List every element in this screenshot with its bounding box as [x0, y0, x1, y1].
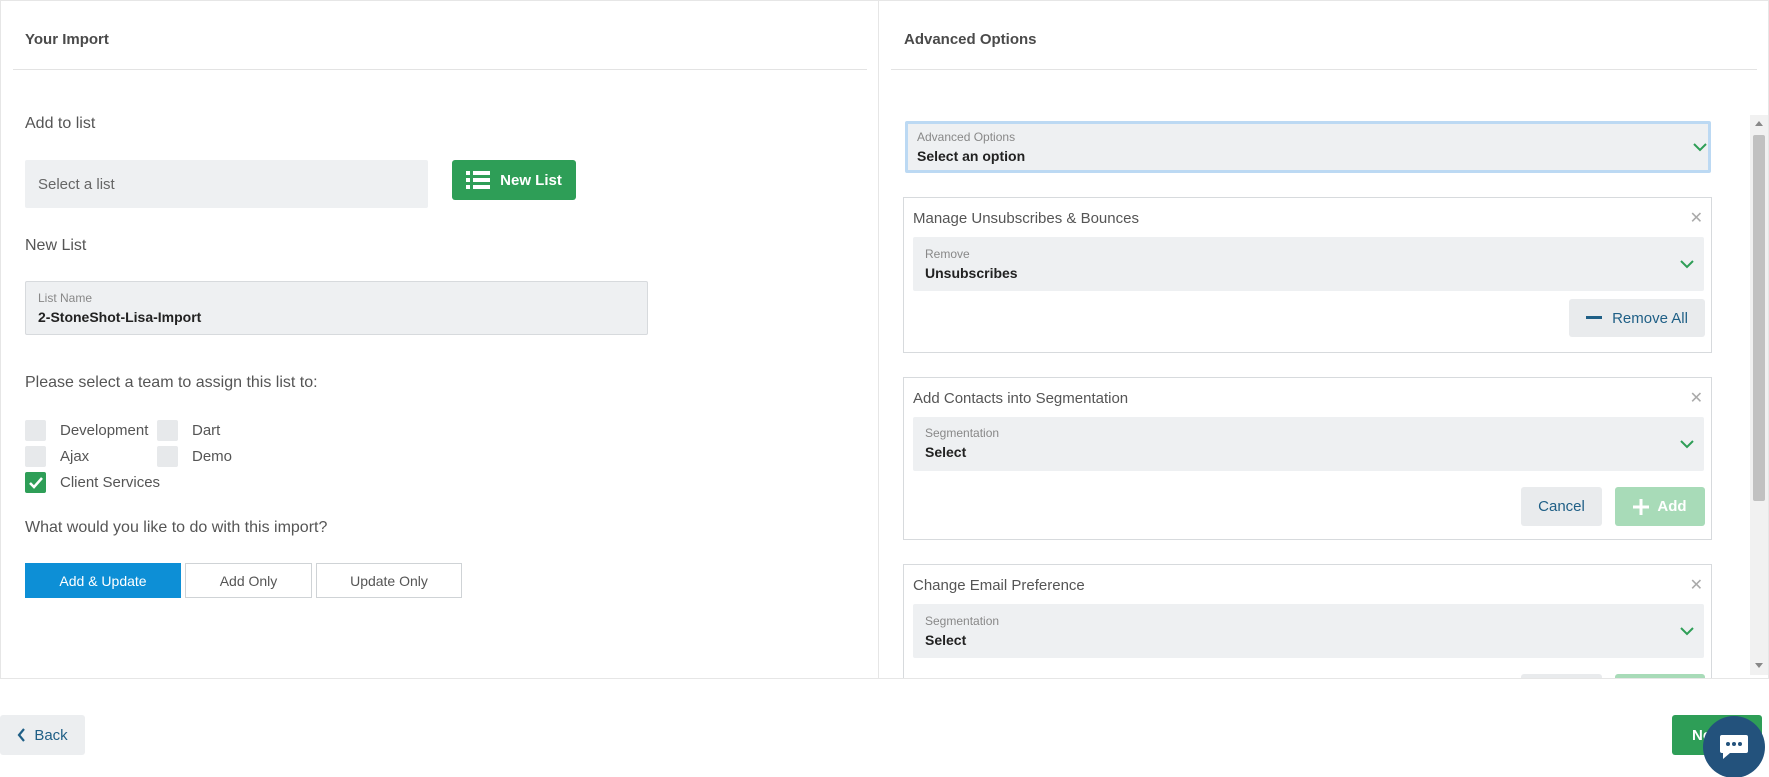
divider: [891, 69, 1757, 70]
checkbox[interactable]: [25, 446, 46, 467]
checkbox[interactable]: [157, 446, 178, 467]
add-to-list-label: Add to list: [25, 115, 96, 132]
remove-select[interactable]: Remove Unsubscribes: [913, 237, 1704, 291]
mode-update-only-button[interactable]: Update Only: [316, 563, 462, 598]
remove-all-label: Remove All: [1612, 309, 1688, 327]
back-button[interactable]: Back: [0, 715, 85, 755]
list-name-value: 2-StoneShot-Lisa-Import: [38, 309, 202, 325]
scrollbar[interactable]: [1750, 115, 1768, 675]
advanced-options-select[interactable]: Advanced Options Select an option: [905, 121, 1711, 173]
chevron-down-icon: [1680, 627, 1694, 636]
checkbox-checked[interactable]: [25, 472, 46, 493]
team-label: Dart: [192, 422, 221, 439]
team-option-dart[interactable]: Dart: [157, 420, 220, 441]
list-icon: [466, 170, 491, 190]
team-label: Development: [60, 422, 149, 439]
team-option-development[interactable]: Development: [25, 420, 148, 441]
chevron-down-icon: [1680, 440, 1694, 449]
team-option-demo[interactable]: Demo: [157, 446, 232, 467]
list-name-field[interactable]: List Name 2-StoneShot-Lisa-Import: [25, 281, 648, 335]
select-list-placeholder: Select a list: [38, 175, 115, 193]
divider: [13, 69, 867, 70]
segmentation-select-label: Segmentation: [925, 426, 1000, 440]
checkbox[interactable]: [25, 420, 46, 441]
mode-add-only-button[interactable]: Add Only: [185, 563, 312, 598]
team-prompt: Please select a team to assign this list…: [25, 374, 318, 391]
card-manage-unsubscribes: Manage Unsubscribes & Bounces ✕ Remove U…: [903, 197, 1712, 353]
card-change-email-preference: Change Email Preference ✕ Segmentation S…: [903, 564, 1712, 678]
segmentation-select-label: Segmentation: [925, 614, 1000, 628]
checkbox[interactable]: [157, 420, 178, 441]
card-add-contacts-segmentation: Add Contacts into Segmentation ✕ Segment…: [903, 377, 1712, 540]
panel-title-your-import: Your Import: [25, 31, 109, 48]
import-mode-prompt: What would you like to do with this impo…: [25, 519, 328, 536]
team-label: Demo: [192, 448, 233, 465]
new-list-label: New List: [25, 237, 87, 254]
new-list-button-label: New List: [500, 171, 562, 189]
select-list-dropdown[interactable]: Select a list: [25, 160, 428, 208]
team-option-ajax[interactable]: Ajax: [25, 446, 89, 467]
scroll-up-arrow[interactable]: [1755, 121, 1763, 126]
chevron-down-icon: [1693, 143, 1707, 152]
scroll-down-arrow[interactable]: [1755, 663, 1763, 668]
new-list-button[interactable]: New List: [452, 160, 576, 200]
advanced-options-select-label: Advanced Options: [917, 130, 1016, 144]
back-button-label: Back: [34, 726, 68, 744]
scroll-thumb[interactable]: [1753, 135, 1765, 501]
card-clip-region: Change Email Preference ✕ Segmentation S…: [878, 560, 1750, 678]
segmentation-select[interactable]: Segmentation Select: [913, 417, 1704, 471]
advanced-options-select-value: Select an option: [917, 148, 1026, 164]
segmentation-select-value: Select: [925, 632, 967, 648]
list-name-label: List Name: [38, 291, 93, 305]
chevron-down-icon: [1680, 260, 1694, 269]
email-pref-segmentation-select[interactable]: Segmentation Select: [913, 604, 1704, 658]
chat-icon: [1720, 735, 1748, 759]
remove-select-label: Remove: [925, 247, 970, 261]
checkmark-icon: [28, 476, 43, 489]
card-title: Change Email Preference: [913, 577, 1085, 594]
team-option-client-services[interactable]: Client Services: [25, 472, 160, 493]
close-icon[interactable]: ✕: [1690, 388, 1703, 408]
remove-select-value: Unsubscribes: [925, 265, 1018, 281]
chevron-left-icon: [17, 728, 26, 742]
remove-all-button[interactable]: Remove All: [1569, 299, 1705, 337]
add-button-partial[interactable]: [1615, 674, 1705, 678]
close-icon[interactable]: ✕: [1690, 208, 1703, 228]
team-label: Ajax: [60, 448, 90, 465]
chat-button[interactable]: [1703, 716, 1765, 777]
add-button-label: Add: [1657, 498, 1687, 515]
cancel-button[interactable]: Cancel: [1521, 487, 1602, 526]
cancel-button-partial[interactable]: [1521, 674, 1602, 678]
close-icon[interactable]: ✕: [1690, 575, 1703, 595]
mode-add-update-button[interactable]: Add & Update: [25, 563, 181, 598]
card-title: Add Contacts into Segmentation: [913, 390, 1129, 407]
plus-icon: [1633, 498, 1650, 515]
card-title: Manage Unsubscribes & Bounces: [913, 210, 1139, 227]
segmentation-select-value: Select: [925, 444, 967, 460]
minus-icon: [1586, 316, 1603, 319]
panel-title-advanced-options: Advanced Options: [904, 31, 1037, 48]
add-button[interactable]: Add: [1615, 487, 1705, 526]
team-label: Client Services: [60, 474, 161, 491]
